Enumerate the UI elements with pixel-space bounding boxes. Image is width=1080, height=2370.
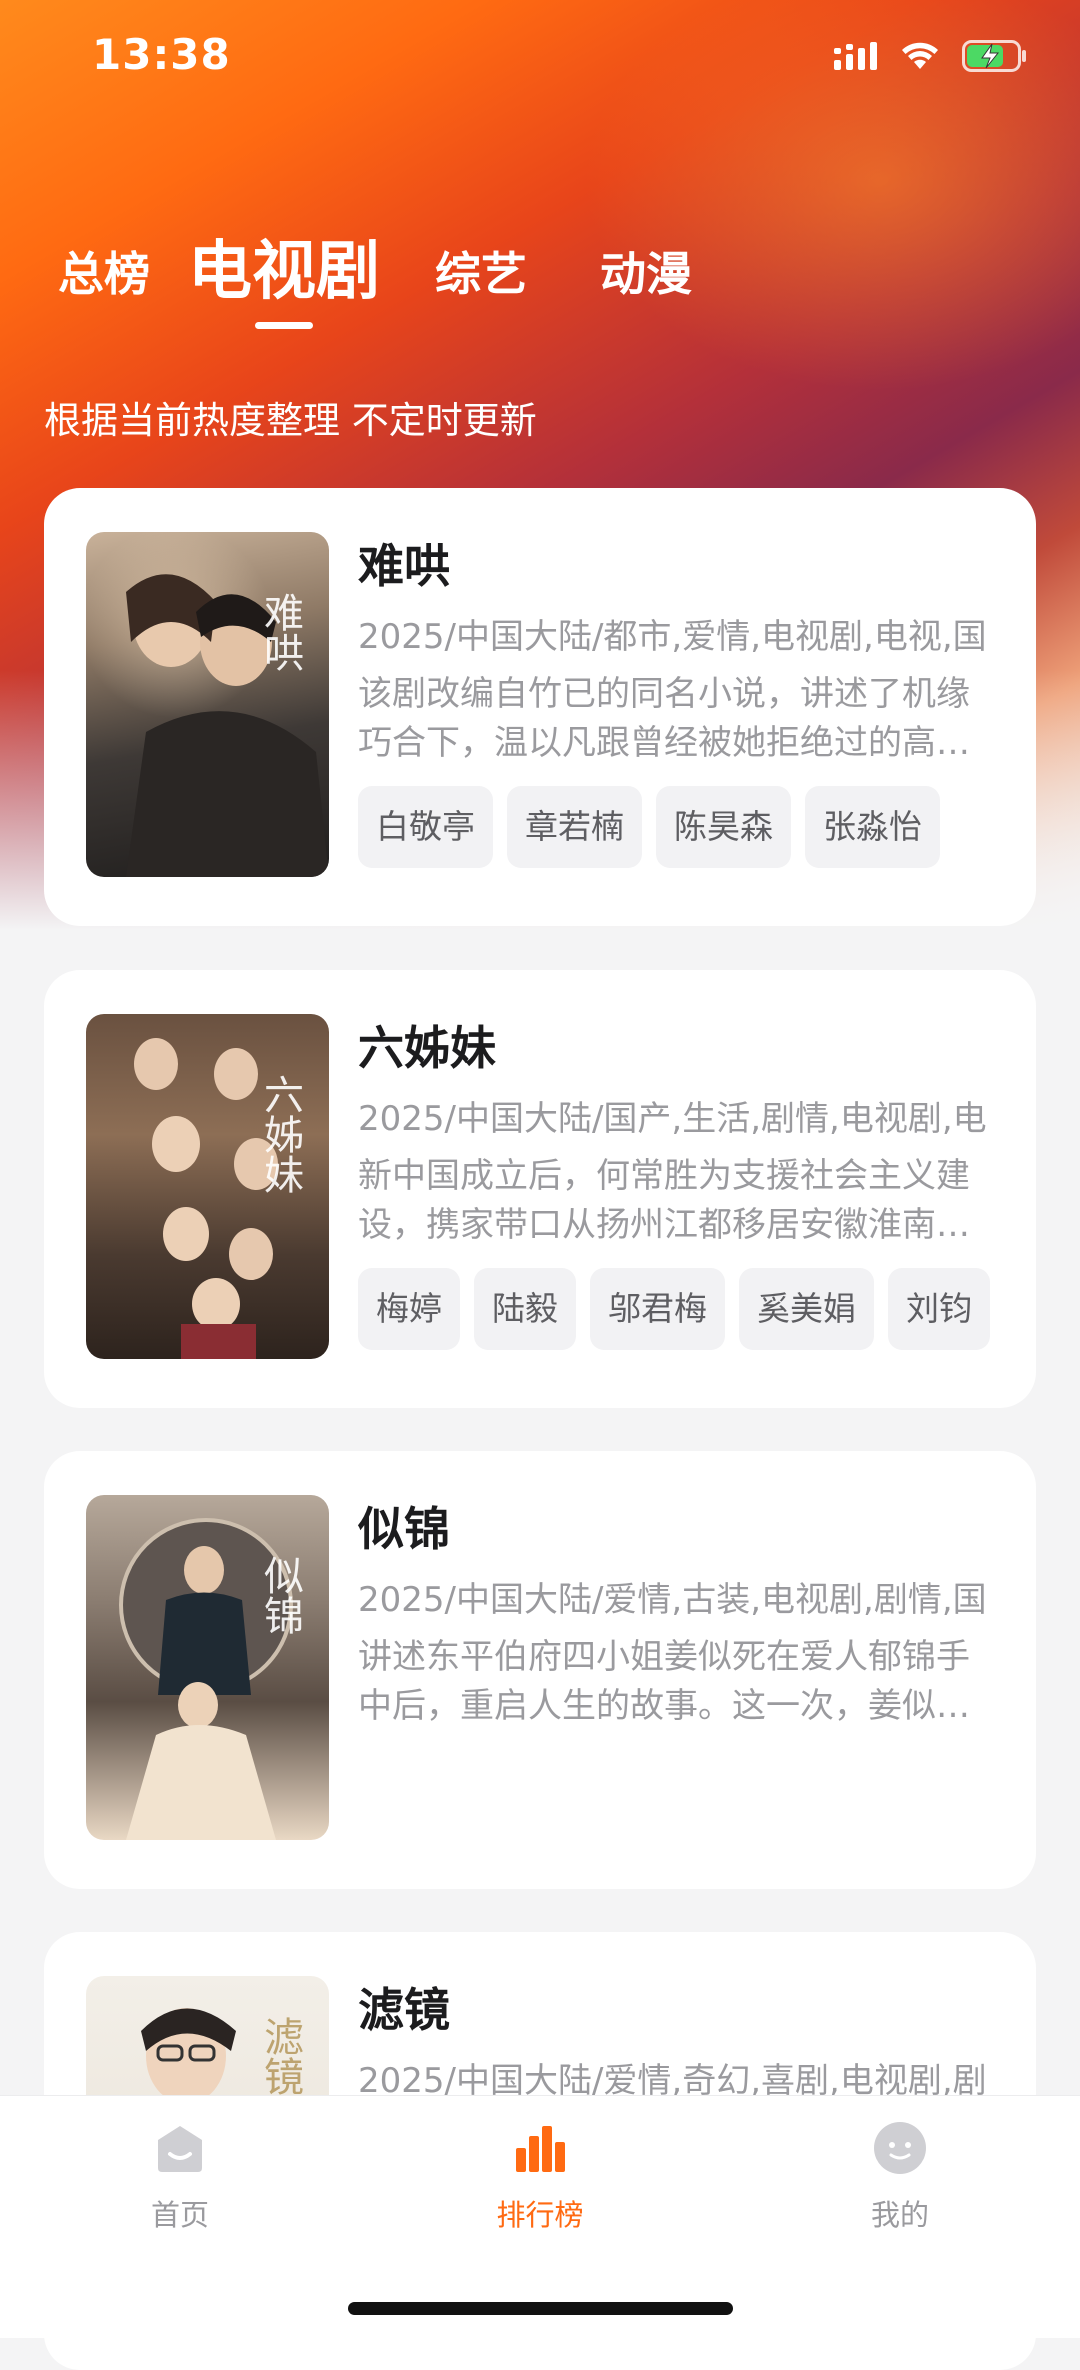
show-title: 似锦 — [358, 1502, 450, 1556]
poster-image: 六姊妹 — [86, 1014, 329, 1359]
cast-chip[interactable]: 邬君梅 — [590, 1268, 725, 1350]
wifi-icon — [902, 42, 938, 69]
cast-chip[interactable]: 刘钧 — [888, 1268, 990, 1350]
show-description: 讲述东平伯府四小姐姜似死在爱人郁锦手中后，重启人生的故事。这一次，姜似… — [358, 1637, 970, 1726]
list-item[interactable]: 难哄 难哄 2025/中国大陆/都市,爱情,电视剧,电视,国 该剧改编自竹已的同… — [44, 488, 1036, 926]
tab-overall[interactable]: 总榜 — [58, 238, 150, 304]
cast-chip[interactable]: 张淼怡 — [805, 786, 940, 868]
nav-ranking[interactable]: 排行榜 — [440, 2118, 640, 2234]
list-item[interactable]: 六姊妹 六姊妹 2025/中国大陆/国产,生活,剧情,电视剧,电 新中国成立后，… — [44, 970, 1036, 1408]
status-icons — [834, 40, 1028, 72]
nav-home[interactable]: 首页 — [80, 2118, 280, 2234]
show-meta: 2025/中国大陆/爱情,古装,电视剧,剧情,国 — [358, 1580, 987, 1620]
poster-title: 滤镜 — [257, 2016, 303, 2096]
show-description: 新中国成立后，何常胜为支援社会主义建设，携家带口从扬州江都移居安徽淮南… — [358, 1156, 970, 1245]
home-indicator — [348, 2302, 733, 2315]
poster-title: 难哄 — [257, 592, 303, 672]
cast-chip[interactable]: 奚美娟 — [739, 1268, 874, 1350]
nav-profile-label: 我的 — [870, 2198, 929, 2232]
nav-home-label: 首页 — [150, 2198, 209, 2232]
nav-ranking-label: 排行榜 — [496, 2198, 584, 2232]
home-icon — [158, 2126, 202, 2172]
show-title: 滤镜 — [358, 1983, 450, 2037]
profile-smile-icon — [874, 2122, 926, 2174]
poster-art — [126, 574, 329, 877]
show-meta: 2025/中国大陆/都市,爱情,电视剧,电视,国 — [358, 617, 987, 657]
ranking-subtitle: 根据当前热度整理 不定时更新 — [44, 399, 537, 442]
cast-list: 白敬亭 章若楠 陈昊森 张淼怡 — [358, 786, 998, 868]
signal-icon — [834, 42, 877, 70]
poster-image: 难哄 — [86, 532, 329, 877]
show-title: 六姊妹 — [358, 1021, 496, 1075]
status-time: 13:38 — [92, 30, 231, 79]
show-description: 该剧改编自竹已的同名小说，讲述了机缘巧合下，温以凡跟曾经被她拒绝过的高… — [358, 674, 970, 763]
cast-chip[interactable]: 白敬亭 — [358, 786, 493, 868]
poster-title: 六姊妹 — [257, 1074, 303, 1194]
show-title: 难哄 — [358, 539, 450, 593]
status-bar: 13:38 — [0, 0, 1080, 120]
cast-chip[interactable]: 梅婷 — [358, 1268, 460, 1350]
tab-tv-series[interactable]: 电视剧 — [188, 220, 380, 312]
show-meta: 2025/中国大陆/国产,生活,剧情,电视剧,电 — [358, 1099, 987, 1139]
cast-chip[interactable]: 章若楠 — [507, 786, 642, 868]
battery-charging-icon — [962, 40, 1026, 72]
poster-art — [119, 1518, 293, 1840]
active-tab-indicator — [255, 322, 313, 329]
poster-image: 似锦 — [86, 1495, 329, 1840]
nav-profile[interactable]: 我的 — [800, 2118, 1000, 2234]
category-tabs: 总榜 电视剧 综艺 动漫 — [0, 210, 1080, 340]
cast-chip[interactable]: 陈昊森 — [656, 786, 791, 868]
list-item[interactable]: 似锦 似锦 2025/中国大陆/爱情,古装,电视剧,剧情,国 讲述东平伯府四小姐… — [44, 1451, 1036, 1889]
poster-title: 似锦 — [257, 1555, 303, 1635]
ranking-bar-chart-icon — [516, 2126, 565, 2172]
tab-anime[interactable]: 动漫 — [600, 238, 692, 304]
cast-chip[interactable]: 陆毅 — [474, 1268, 576, 1350]
cast-list: 梅婷 陆毅 邬君梅 奚美娟 刘钧 — [358, 1268, 998, 1350]
tab-variety[interactable]: 综艺 — [435, 238, 527, 304]
